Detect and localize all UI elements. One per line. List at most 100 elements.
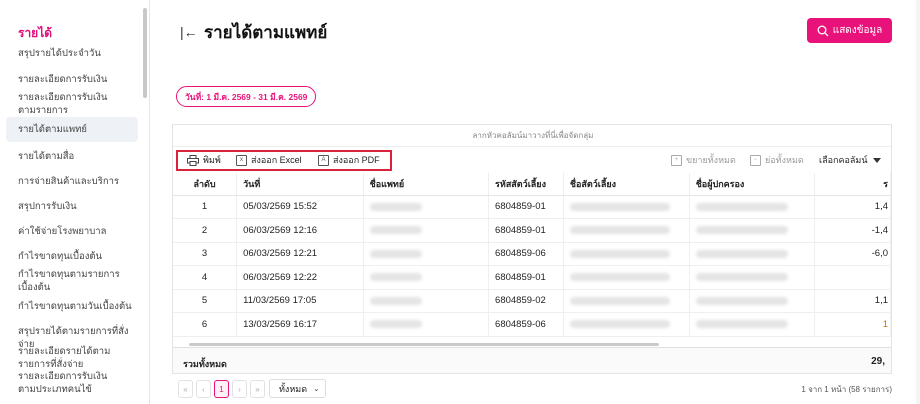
table-row[interactable]: 4 06/03/2569 12:22 6804859-01 [173,265,891,290]
last-page-button[interactable]: » [250,380,265,398]
table-row[interactable]: 6 13/03/2569 16:17 6804859-06 1 [173,312,891,337]
page-size-value: ทั้งหมด [279,383,308,394]
sidebar-item-payment-by-patient-type[interactable]: รายละเอียดการรับเงินตามประเภทคนไข้ [18,370,118,396]
cell-doctor [363,195,490,219]
sidebar-item-hospital-expense[interactable]: ค่าใช้จ่ายโรงพยาบาล [18,225,138,238]
table-row[interactable]: 3 06/03/2569 12:21 6804859-06 -6,0 [173,242,891,266]
col-header-pet-code[interactable]: รหัสสัตว์เลี้ยง [488,173,564,196]
cell-no: 6 [173,312,238,337]
cell-pet-name [563,289,690,313]
column-chooser[interactable]: เลือกคอลัมน์ [819,153,882,167]
chevron-down-icon: ⌄ [313,384,320,393]
sidebar-item-payment-summary[interactable]: สรุปการรับเงิน [18,200,138,213]
sidebar-item-payment-by-item[interactable]: รายละเอียดการรับเงินตามรายการ [18,91,118,117]
cell-amount: -1,4 [814,218,891,243]
sidebar-item-goods-services[interactable]: การจ่ายสินค้าและบริการ [18,175,138,188]
sidebar-item-income-detail-by-order[interactable]: รายละเอียดรายได้ตามรายการที่สั่งจ่าย [18,345,130,371]
chevron-down-icon [873,158,882,164]
cell-date: 06/03/2569 12:22 [236,265,364,290]
col-header-pet-name[interactable]: ชื่อสัตว์เลี้ยง [563,173,690,196]
cell-pet-code: 6804859-06 [488,312,564,337]
redacted-text [369,320,422,329]
cell-pet-code: 6804859-02 [488,289,564,313]
page-scrollbar[interactable] [916,0,920,404]
income-table: ลำดับ วันที่ ชื่อแพทย์ รหัสสัตว์เลี้ยง ช… [173,173,891,337]
sidebar-item-income-by-doctor[interactable]: รายได้ตามแพทย์ [6,117,138,142]
redacted-text [695,202,788,211]
collapse-back-icon[interactable]: |← [180,24,198,40]
export-excel-label: ส่งออก Excel [251,155,302,165]
next-page-button[interactable]: › [232,380,247,398]
sidebar-item-profit-by-day[interactable]: กำไรขาดทุนตามวันเบื้องต้น [18,300,138,313]
printer-icon [187,154,199,166]
cell-no: 1 [173,195,238,219]
cell-owner [689,218,816,243]
print-label: พิมพ์ [203,155,221,165]
group-panel-hint[interactable]: ลากหัวคอลัมน์มาวางที่นี่เพื่อจัดกลุ่ม [173,125,891,147]
sidebar-item-basic-profit[interactable]: กำไรขาดทุนเบื้องต้น [18,250,138,263]
cell-no: 4 [173,265,238,290]
cell-pet-code: 6804859-01 [488,195,564,219]
col-header-owner[interactable]: ชื่อผู้ปกครอง [689,173,816,196]
collapse-all-button[interactable]: − ย่อทั้งหมด [750,153,804,167]
pagination: « ‹ 1 › » [178,380,265,398]
export-pdf-button[interactable]: A ส่งออก PDF [318,153,380,167]
redacted-text [569,226,670,235]
sidebar-scrollbar[interactable] [143,8,147,98]
expand-all-button[interactable]: + ขยายทั้งหมด [671,153,736,167]
cell-owner [689,289,816,313]
page-size-select[interactable]: ทั้งหมด ⌄ [269,379,326,398]
sidebar-item-profit-by-item[interactable]: กำไรขาดทุนตามรายการเบื้องต้น [18,268,126,294]
cell-amount: 1 [814,312,891,337]
first-page-button[interactable]: « [178,380,193,398]
export-excel-button[interactable]: x ส่งออก Excel [236,153,302,167]
cell-amount: 1,1 [814,289,891,313]
page-title: รายได้ตามแพทย์ [204,23,328,42]
search-icon [817,25,829,36]
print-button[interactable]: พิมพ์ [187,153,221,167]
expand-icon: + [671,154,682,166]
sidebar-item-daily-income[interactable]: สรุปรายได้ประจำวัน [18,47,138,60]
horizontal-scrollbar[interactable] [189,343,659,346]
cell-pet-name [563,242,690,266]
sidebar-title: รายได้ [18,26,53,40]
cell-amount: 1,4 [814,195,891,219]
redacted-text [695,249,788,258]
cell-owner [689,242,816,266]
col-header-amount[interactable]: ร [814,173,891,196]
show-data-button[interactable]: แสดงข้อมูล [807,18,892,43]
sidebar-item-income-by-media[interactable]: รายได้ตามสื่อ [18,150,138,163]
table-row[interactable]: 2 06/03/2569 12:16 6804859-01 -1,4 [173,218,891,243]
cell-no: 3 [173,242,238,266]
cell-pet-code: 6804859-01 [488,218,564,243]
cell-doctor [363,265,490,290]
table-row[interactable]: 5 11/03/2569 17:05 6804859-02 1,1 [173,289,891,313]
expand-all-label: ขยายทั้งหมด [686,155,736,165]
grid-toolbar: พิมพ์ x ส่งออก Excel A ส่งออก PDF + ขยาย… [173,147,891,173]
cell-owner [689,265,816,290]
cell-doctor [363,218,490,243]
cell-date: 05/03/2569 15:52 [236,195,364,219]
table-row[interactable]: 1 05/03/2569 15:52 6804859-01 1,4 [173,195,891,219]
cell-no: 2 [173,218,238,243]
col-header-no[interactable]: ลำดับ [173,173,238,196]
summary-row: รวมทั้งหมด 29, [173,347,891,373]
table-header-row: ลำดับ วันที่ ชื่อแพทย์ รหัสสัตว์เลี้ยง ช… [173,173,891,196]
redacted-text [369,296,422,305]
page-button-current[interactable]: 1 [214,380,229,398]
redacted-text [369,202,422,211]
cell-date: 06/03/2569 12:16 [236,218,364,243]
redacted-text [695,226,788,235]
col-header-doctor[interactable]: ชื่อแพทย์ [363,173,490,196]
cell-amount: -6,0 [814,242,891,266]
collapse-icon: − [750,154,761,166]
cell-owner [689,195,816,219]
sidebar-item-payment-detail[interactable]: รายละเอียดการรับเงิน [18,73,138,86]
prev-page-button[interactable]: ‹ [196,380,211,398]
col-header-date[interactable]: วันที่ [236,173,364,196]
cell-pet-name [563,218,690,243]
cell-date: 06/03/2569 12:21 [236,242,364,266]
redacted-text [569,273,670,282]
redacted-text [369,273,422,282]
date-range-chip[interactable]: วันที่: 1 มี.ค. 2569 - 31 มี.ค. 2569 [176,86,317,107]
